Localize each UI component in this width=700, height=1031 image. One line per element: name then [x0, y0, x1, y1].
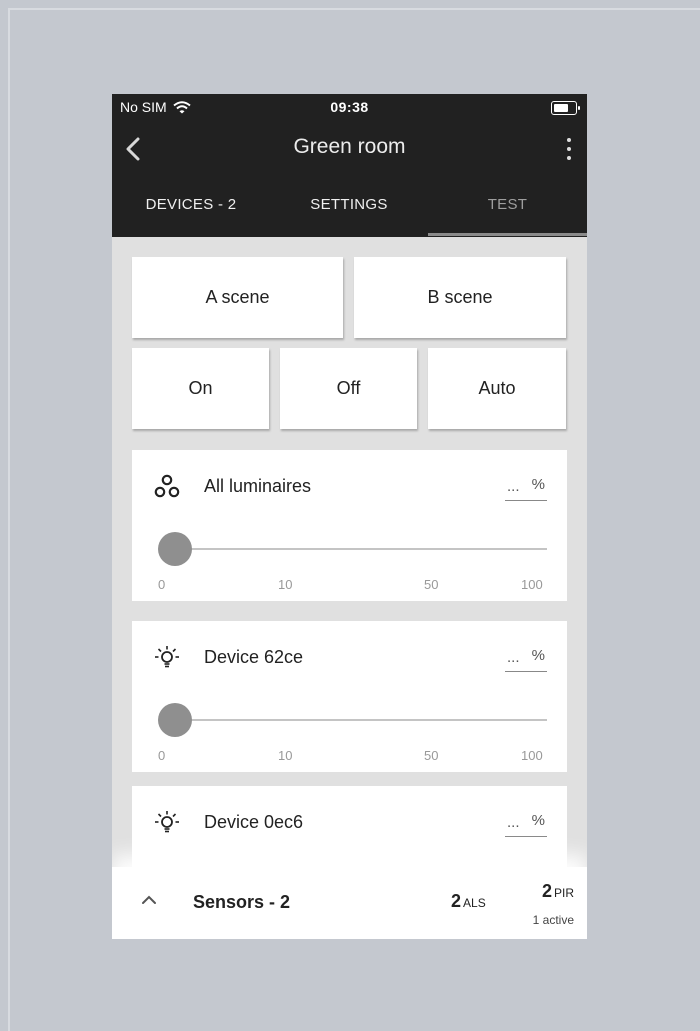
frame-edge-left — [8, 8, 10, 1031]
off-button[interactable]: Off — [280, 348, 417, 429]
sensors-panel[interactable]: Sensors - 2 2 ALS 2 PIR 1 active — [112, 867, 587, 939]
tick-label: 0 — [158, 748, 166, 763]
more-options-button[interactable] — [563, 136, 575, 162]
als-count: 2 ALS — [451, 891, 486, 912]
more-dot — [567, 147, 571, 151]
level-value: ... — [507, 649, 520, 666]
chevron-left-icon — [126, 137, 140, 161]
more-dot — [567, 156, 571, 160]
bulb-icon — [154, 645, 180, 671]
tab-devices[interactable]: DEVICES - 2 — [112, 190, 270, 237]
level-input[interactable]: ... % — [505, 810, 547, 837]
level-input[interactable]: ... % — [505, 645, 547, 672]
slider-thumb[interactable] — [158, 703, 192, 737]
level-input[interactable]: ... % — [505, 474, 547, 501]
status-bar: No SIM 09:38 — [112, 94, 587, 122]
level-unit: % — [531, 647, 545, 664]
tab-test[interactable]: TEST — [428, 190, 587, 237]
pir-count: 2 PIR — [542, 881, 574, 902]
dimmer-card-device-62ce: Device 62ce ... % 0 10 50 100 — [132, 621, 567, 772]
tick-label: 0 — [158, 577, 166, 592]
als-number: 2 — [451, 891, 462, 911]
phone-screen: No SIM 09:38 Green room DEVICES - 2 SETT… — [112, 94, 587, 939]
app-bar: Green room — [112, 124, 587, 174]
slider-track[interactable] — [176, 719, 547, 721]
device-name: Device 0ec6 — [204, 812, 304, 832]
sensors-label: Sensors - 2 — [193, 892, 291, 912]
pir-active-count: 1 active — [532, 913, 574, 927]
group-name: All luminaires — [204, 476, 312, 496]
tick-label: 10 — [278, 577, 293, 592]
auto-button[interactable]: Auto — [428, 348, 566, 429]
als-unit: ALS — [463, 896, 486, 910]
device-name: Device 62ce — [204, 647, 304, 667]
tab-bar: DEVICES - 2 SETTINGS TEST — [112, 190, 587, 237]
top-bar: No SIM 09:38 Green room DEVICES - 2 SETT… — [112, 94, 587, 237]
slider-thumb[interactable] — [158, 532, 192, 566]
tick-label: 10 — [278, 748, 293, 763]
on-button[interactable]: On — [132, 348, 269, 429]
level-unit: % — [531, 476, 545, 493]
tick-label: 50 — [424, 748, 439, 763]
back-button[interactable] — [120, 132, 150, 166]
level-unit: % — [531, 812, 545, 829]
page-title: Green room — [293, 135, 406, 158]
tab-settings[interactable]: SETTINGS — [270, 190, 428, 237]
b-scene-button[interactable]: B scene — [354, 257, 566, 338]
status-time: 09:38 — [330, 99, 369, 115]
pir-unit: PIR — [553, 886, 574, 900]
level-value: ... — [507, 814, 520, 831]
bulb-icon — [154, 810, 180, 836]
more-dot — [567, 138, 571, 142]
level-value: ... — [507, 478, 520, 495]
pir-number: 2 — [541, 881, 552, 901]
frame-edge-top — [8, 8, 700, 10]
a-scene-button[interactable]: A scene — [132, 257, 343, 338]
dimmer-card-all-luminaires: All luminaires ... % 0 10 50 100 — [132, 450, 567, 601]
chevron-up-icon[interactable] — [140, 893, 158, 907]
tick-label: 50 — [424, 577, 439, 592]
tick-label: 100 — [521, 577, 543, 592]
active-tab-indicator — [428, 233, 587, 236]
luminaires-group-icon — [154, 474, 180, 500]
tick-label: 100 — [521, 748, 543, 763]
battery-icon — [551, 101, 580, 115]
slider-track[interactable] — [176, 548, 547, 550]
